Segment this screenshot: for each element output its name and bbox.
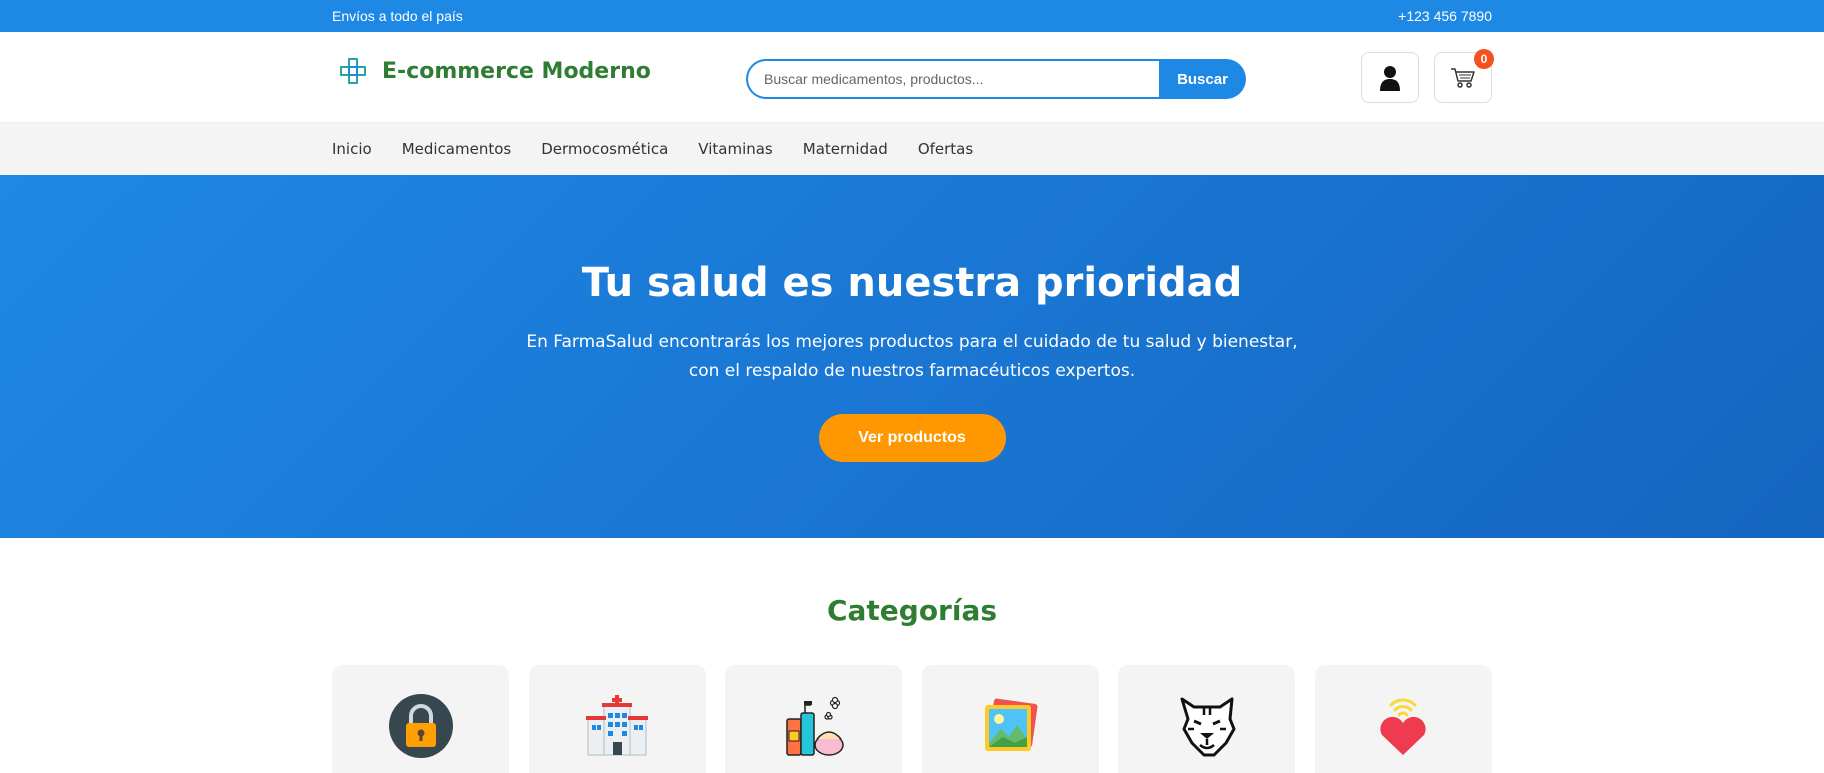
hero-banner: Tu salud es nuestra prioridad En FarmaSa…: [0, 175, 1824, 538]
categories-grid: [332, 665, 1492, 773]
top-bar: Envíos a todo el país +123 456 7890: [0, 0, 1824, 32]
user-icon: [1380, 65, 1400, 91]
header: E-commerce Moderno Buscar 0: [0, 32, 1824, 123]
nav-item-dermocosmetica[interactable]: Dermocosmética: [541, 140, 668, 158]
hospital-icon: [586, 695, 649, 756]
nav-item-ofertas[interactable]: Ofertas: [918, 140, 973, 158]
image-gallery-icon: [985, 698, 1038, 751]
medical-cross-icon: [340, 58, 366, 84]
main-nav: Inicio Medicamentos Dermocosmética Vitam…: [0, 123, 1824, 175]
cart-icon: [1451, 67, 1475, 88]
nav-item-maternidad[interactable]: Maternidad: [803, 140, 888, 158]
nav-item-vitaminas[interactable]: Vitaminas: [698, 140, 772, 158]
category-card[interactable]: [921, 665, 1099, 773]
phone-number: +123 456 7890: [1398, 8, 1492, 24]
category-card[interactable]: [1314, 665, 1492, 773]
search-input[interactable]: [746, 59, 1159, 99]
cart-button[interactable]: 0: [1434, 49, 1494, 103]
padlock-icon: [388, 694, 453, 758]
logo-text: E-commerce Moderno: [382, 58, 651, 84]
category-card[interactable]: [1118, 665, 1296, 773]
category-card[interactable]: [332, 665, 509, 773]
tiger-icon: [1180, 697, 1236, 757]
heart-signal-icon: [1380, 698, 1427, 755]
categories-section: Categorías: [0, 538, 1824, 773]
hero-description: En FarmaSalud encontrarás los mejores pr…: [526, 332, 1298, 381]
nav-item-inicio[interactable]: Inicio: [332, 140, 372, 158]
cart-count-badge: 0: [1474, 49, 1494, 69]
hero-title: Tu salud es nuestra prioridad: [581, 260, 1243, 306]
view-products-button[interactable]: Ver productos: [818, 414, 1006, 462]
search-bar: Buscar: [746, 59, 1246, 99]
logo[interactable]: E-commerce Moderno: [332, 56, 651, 86]
category-card[interactable]: [725, 665, 903, 773]
category-card[interactable]: [528, 665, 706, 773]
categories-title: Categorías: [826, 594, 998, 627]
shipping-notice: Envíos a todo el país: [332, 8, 463, 24]
search-button[interactable]: Buscar: [1159, 59, 1246, 99]
nav-item-medicamentos[interactable]: Medicamentos: [402, 140, 512, 158]
user-account-button[interactable]: [1361, 52, 1419, 103]
cosmetics-icon: [785, 696, 844, 756]
